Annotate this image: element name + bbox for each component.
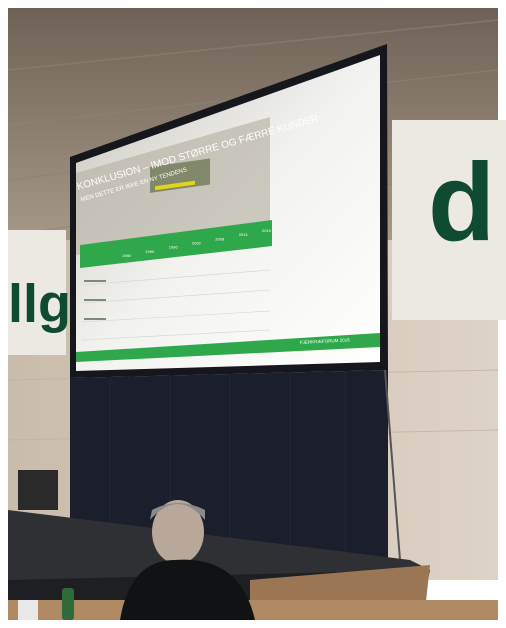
slide-year-label: 1996	[169, 245, 179, 250]
bottle	[62, 588, 74, 620]
slide-year-label: 1980	[122, 253, 132, 258]
cup	[18, 600, 38, 620]
right-banner-text: d	[428, 141, 495, 264]
scene-svg: llg d KONKLUSION – IMOD STØRRE OG FÆRRE …	[0, 0, 506, 628]
slide-year-label: 2019	[262, 228, 272, 233]
slide-year-label: 2002	[192, 241, 202, 246]
photo-scene: llg d KONKLUSION – IMOD STØRRE OG FÆRRE …	[0, 0, 506, 628]
slide-year-label: 1990	[145, 249, 155, 254]
slide-year-label: 2008	[215, 236, 225, 241]
left-banner-text: llg	[8, 274, 71, 334]
slide-year-label: 2014	[239, 232, 249, 237]
side-equipment	[18, 470, 58, 510]
